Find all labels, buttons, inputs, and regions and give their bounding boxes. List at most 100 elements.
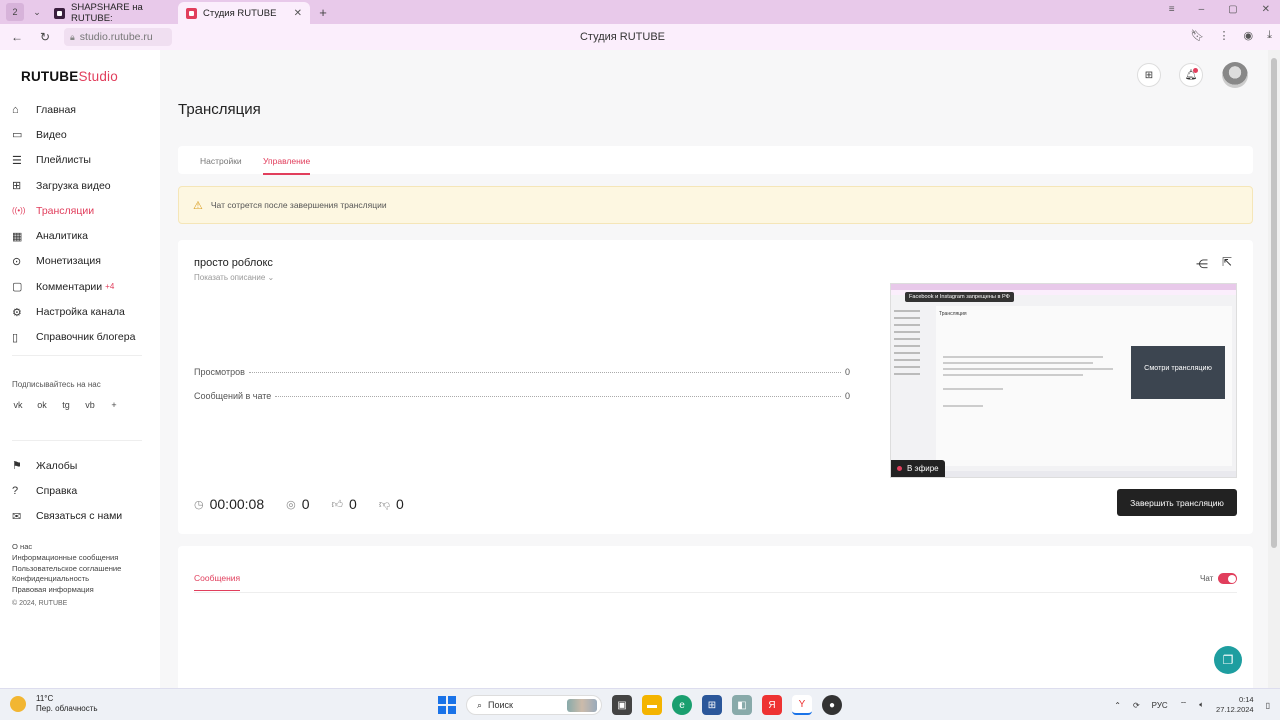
preview-heading: Трансляция [939, 311, 967, 317]
chat-toggle[interactable] [1218, 573, 1237, 584]
footer-link-terms[interactable]: Пользовательское соглашение [12, 564, 121, 575]
chat-warning-banner: ⚠ Чат сотрется после завершения трансляц… [178, 186, 1253, 224]
ok-icon[interactable]: ok [36, 400, 48, 410]
tab-counter[interactable]: 2 [6, 3, 24, 21]
sidebar-item-video[interactable]: ▭ Видео [12, 122, 152, 147]
bookmark-icon[interactable]: 🔖︎ [1191, 29, 1205, 42]
avatar[interactable] [1222, 62, 1248, 88]
sidebar-item-home[interactable]: ⌂ Главная [12, 97, 152, 122]
file-explorer-icon[interactable]: ▬ [642, 695, 662, 715]
new-tab-icon[interactable]: + [314, 3, 332, 21]
footer-link-about[interactable]: О нас [12, 542, 121, 553]
support-chat-button[interactable]: ❐ [1214, 646, 1242, 674]
sidebar-item-channel-settings[interactable]: ⚙ Настройка канала [12, 299, 152, 324]
sidebar-nav: ⌂ Главная ▭ Видео ☰ Плейлисты ⊞ Загрузка вид… [12, 97, 152, 350]
on-air-label: В эфире [907, 464, 939, 473]
likes-value: 0 [349, 496, 357, 512]
minimize-icon[interactable]: – [1199, 4, 1205, 15]
sidebar-divider [12, 355, 142, 356]
clock[interactable]: 0:14 27.12.2024 [1216, 695, 1254, 715]
yandex-browser-icon[interactable]: Y [792, 695, 812, 715]
weather-widget[interactable]: 11°C Пер. облачность [10, 694, 98, 714]
browser-tab-shapshare[interactable]: SHAPSHARE на RUTUBE: [46, 2, 178, 24]
search-icon: ⌕ [477, 699, 483, 710]
network-icon[interactable]: ⟳ [1133, 701, 1140, 710]
comments-icon: ▢ [12, 281, 23, 294]
copyright: © 2024, RUTUBE [12, 600, 68, 607]
telegram-icon[interactable]: tg [60, 400, 72, 410]
viber-icon[interactable]: vb [84, 400, 96, 410]
close-window-icon[interactable]: ✕ [1262, 4, 1270, 15]
open-external-icon[interactable]: ⇱ [1222, 255, 1232, 269]
end-stream-button[interactable]: Завершить трансляцию [1117, 489, 1237, 516]
sidebar-item-analytics[interactable]: ▦ Аналитика [12, 223, 152, 248]
volume-icon[interactable]: 🔈︎ [1199, 700, 1204, 710]
app-icon[interactable]: ◧ [732, 695, 752, 715]
dislikes-value: 0 [395, 496, 404, 512]
maximize-icon[interactable]: ▢ [1228, 4, 1237, 15]
page-scrollbar[interactable] [1268, 50, 1280, 688]
likes-metric: 👍︎ 0 [332, 496, 357, 512]
chat-card: Сообщения Чат [178, 546, 1253, 688]
sidebar-item-contact[interactable]: ✉ Связаться с нами [12, 504, 152, 529]
obs-icon[interactable]: ● [822, 695, 842, 715]
footer-link-privacy[interactable]: Конфиденциальность [12, 574, 121, 585]
download-icon[interactable]: ⤓ [1267, 29, 1272, 42]
edge-icon[interactable]: e [672, 695, 692, 715]
social-links: vk ok tg vb + [12, 400, 120, 410]
system-tray: ⌃ ⟳ РУС ⌔ 🔈︎ 0:14 27.12.2024 ▯ [1114, 695, 1270, 715]
home-icon: ⌂ [12, 103, 19, 116]
more-socials-icon[interactable]: + [108, 400, 120, 410]
show-description-toggle[interactable]: Показать описание ⌄ [194, 273, 274, 282]
store-icon[interactable]: ⊞ [702, 695, 722, 715]
yandex-app-icon[interactable]: Я [762, 695, 782, 715]
sidebar-item-blogger-guide[interactable]: ▯ Справочник блогера [12, 325, 152, 350]
sidebar-item-complaints[interactable]: ⚑ Жалобы [12, 453, 152, 478]
sidebar-item-comments[interactable]: ▢ Комментарии +4 [12, 274, 152, 299]
preview-banner: Facebook и Instagram запрещены в РФ [905, 292, 1014, 302]
logo-suffix: Studio [78, 69, 118, 84]
sidebar-item-label: Жалобы [36, 459, 78, 472]
tray-chevron-icon[interactable]: ⌃ [1114, 701, 1121, 710]
windows-start-icon[interactable] [438, 696, 456, 714]
stream-preview[interactable]: Facebook и Instagram запрещены в РФ Тран… [890, 283, 1237, 478]
close-tab-icon[interactable]: ✕ [294, 8, 302, 19]
notifications-button[interactable]: 🔔︎ [1179, 63, 1203, 87]
footer-link-legal[interactable]: Правовая информация [12, 585, 121, 596]
browser-tab-studio[interactable]: Студия RUTUBE ✕ [178, 2, 310, 24]
sidebar-item-help[interactable]: ? Справка [12, 478, 152, 503]
sidebar-item-broadcasts[interactable]: ((•)) Трансляции [12, 198, 152, 223]
stream-card: просто роблокс Показать описание ⌄ Просм… [178, 240, 1253, 534]
notification-center-icon[interactable]: ▯ [1266, 701, 1270, 710]
vk-icon[interactable]: vk [12, 400, 24, 410]
wifi-icon[interactable]: ⌔ [1180, 700, 1188, 710]
sidebar-item-label: Настройка канала [36, 306, 125, 319]
share-icon[interactable]: ⋲ [1196, 257, 1208, 271]
footer-link-info[interactable]: Информационные сообщения [12, 553, 121, 564]
tab-settings[interactable]: Настройки [200, 156, 242, 166]
viewer-icon: ◎ [286, 498, 296, 511]
sidebar-item-upload[interactable]: ⊞ Загрузка видео [12, 173, 152, 198]
viewers-value: 0 [301, 496, 310, 512]
sidebar-item-monetization[interactable]: ⊙ Монетизация [12, 249, 152, 274]
warning-text: Чат сотрется после завершения трансляции [210, 200, 387, 210]
stat-label: Сообщений в чате [194, 391, 272, 401]
subscribe-label: Подписывайтесь на нас [12, 380, 101, 389]
menu-icon[interactable]: ≡ [1169, 4, 1175, 15]
rutube-studio-logo[interactable]: RUTUBEStudio [21, 69, 118, 84]
task-view-icon[interactable]: ▣ [612, 695, 632, 715]
sidebar-item-playlists[interactable]: ☰ Плейлисты [12, 148, 152, 173]
search-label: Поиск [488, 700, 513, 710]
warning-icon: ⚠ [193, 199, 203, 212]
tab-messages[interactable]: Сообщения [194, 573, 241, 591]
media-icon[interactable]: ◉ [1244, 29, 1254, 42]
thumbs-up-icon: 👍︎ [331, 498, 344, 511]
extensions-icon[interactable]: ⋮ [1219, 29, 1230, 42]
taskbar-search[interactable]: ⌕ Поиск [466, 695, 602, 715]
sidebar-item-label: Комментарии [36, 280, 103, 293]
time: 0:14 [1238, 695, 1254, 704]
language-indicator[interactable]: РУС [1152, 701, 1168, 710]
add-content-button[interactable]: ⊞ [1137, 63, 1161, 87]
tab-management[interactable]: Управление [263, 156, 311, 175]
tab-list-chevron-icon[interactable]: ⌄ [28, 3, 46, 21]
